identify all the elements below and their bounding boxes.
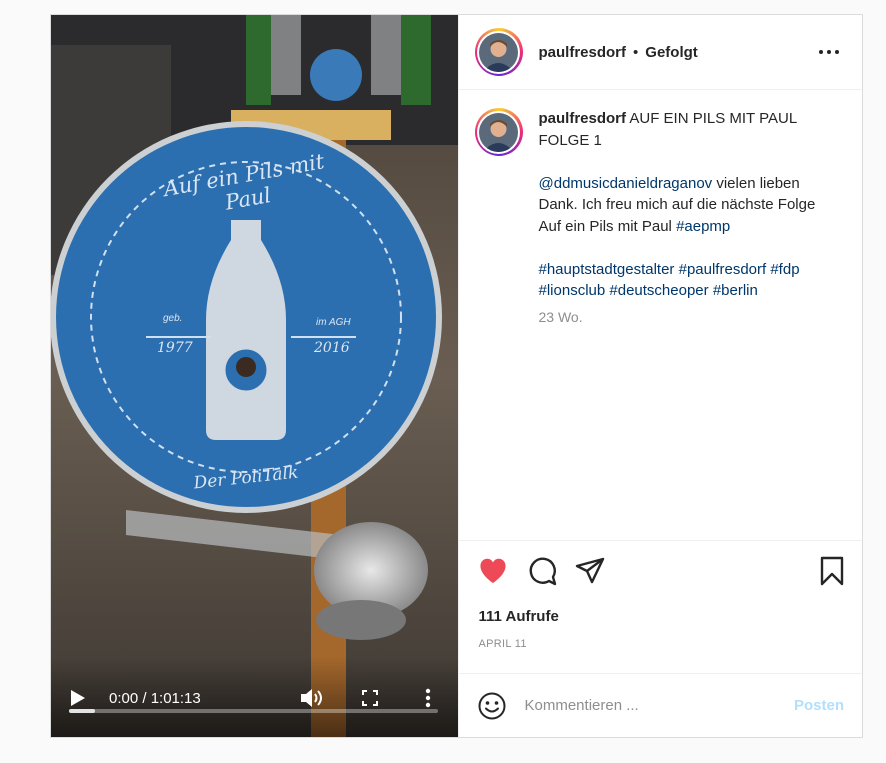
video-controls: 0:00 / 1:01:13 (51, 657, 458, 737)
post-date[interactable]: APRIL 11 (479, 638, 527, 650)
caption-mention[interactable]: @ddmusicdanieldraganov (539, 175, 713, 192)
send-icon[interactable] (574, 555, 606, 587)
avatar[interactable] (474, 28, 523, 76)
hashtag[interactable]: #berlin (713, 282, 758, 299)
coaster-right-small: im AGH (316, 317, 351, 328)
play-icon[interactable] (71, 690, 85, 706)
post-dialog: Auf ein Pils mit Paul geb. 1977 im AGH 2… (50, 14, 863, 738)
avatar-photo (479, 112, 518, 152)
video-frame (51, 15, 458, 737)
fullscreen-icon[interactable] (362, 690, 378, 706)
header-separator: • (633, 43, 639, 61)
coaster-right-year: 2016 (314, 340, 350, 356)
avatar-photo (479, 32, 518, 72)
caption-username[interactable]: paulfresdorf (539, 110, 627, 127)
coaster-left-year: 1977 (157, 340, 193, 356)
hashtag[interactable]: #fdp (770, 261, 799, 278)
caption-body: paulfresdorf AUF EIN PILS MIT PAUL FOLGE… (539, 108, 829, 522)
video-player[interactable]: Auf ein Pils mit Paul geb. 1977 im AGH 2… (51, 15, 458, 737)
post-side-panel: paulfresdorf • Gefolgt paulfresdorf AUF … (457, 15, 863, 737)
caption-avatar[interactable] (474, 108, 523, 156)
hashtag[interactable]: #aepmp (676, 218, 730, 235)
hashtag[interactable]: #hauptstadtgestalter (539, 261, 675, 278)
hashtag[interactable]: #deutscheoper (609, 282, 708, 299)
post-header: paulfresdorf • Gefolgt (458, 15, 862, 90)
hashtag-list: #hauptstadtgestalter #paulfresdorf #fdp … (539, 259, 829, 302)
comment-bar: Posten (458, 673, 862, 737)
more-icon[interactable] (818, 43, 840, 61)
hashtag[interactable]: #lionsclub (539, 282, 606, 299)
bookmark-icon[interactable] (816, 555, 848, 587)
header-username[interactable]: paulfresdorf (539, 44, 627, 61)
video-more-icon[interactable] (425, 688, 431, 708)
comment-icon[interactable] (526, 555, 558, 587)
video-progress-fill (69, 709, 95, 713)
follow-status-button[interactable]: Gefolgt (645, 44, 698, 61)
smile-icon[interactable] (477, 691, 507, 721)
action-bar: 111 Aufrufe APRIL 11 (458, 540, 862, 675)
caption-time-ago[interactable]: 23 Wo. (539, 307, 829, 329)
heart-icon[interactable] (477, 555, 509, 587)
volume-icon[interactable] (301, 688, 323, 708)
video-progress-bar[interactable] (69, 709, 438, 713)
views-count[interactable]: 111 Aufrufe (479, 608, 559, 625)
comment-input[interactable] (524, 697, 775, 714)
coaster-left-small: geb. (163, 313, 183, 324)
caption: paulfresdorf AUF EIN PILS MIT PAUL FOLGE… (459, 90, 863, 540)
post-comment-button[interactable]: Posten (794, 697, 844, 714)
video-time: 0:00 / 1:01:13 (109, 690, 201, 707)
hashtag[interactable]: #paulfresdorf (679, 261, 767, 278)
